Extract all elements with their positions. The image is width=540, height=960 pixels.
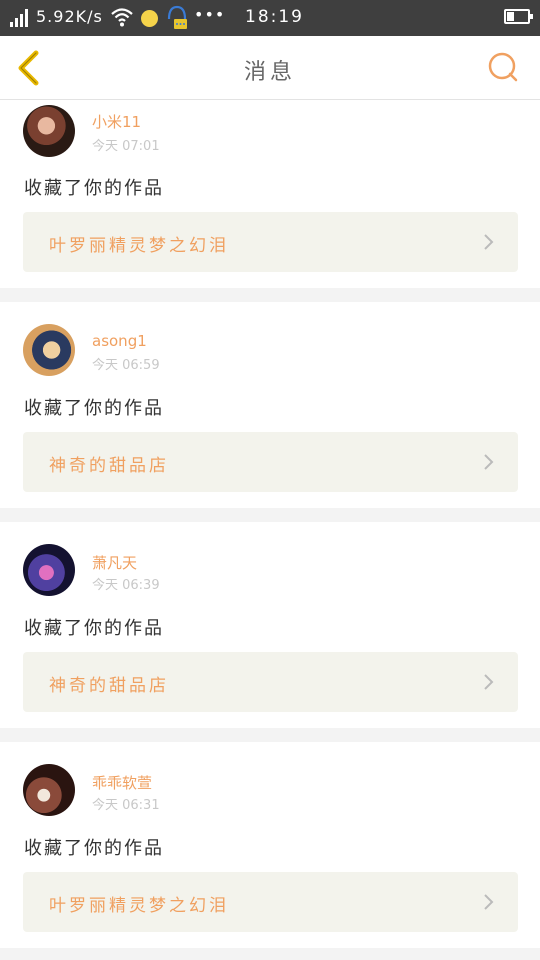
timestamp: 今天 06:39 [92,578,160,593]
chevron-right-icon [484,234,494,250]
status-time: 18:19 [245,7,304,27]
work-title: 神奇的甜品店 [49,456,169,476]
list-item: 乖乖软萱 今天 06:31 收藏了你的作品 叶罗丽精灵梦之幻泪 [0,742,540,948]
list-item: asong1 今天 06:59 收藏了你的作品 神奇的甜品店 [0,302,540,508]
work-link[interactable]: 神奇的甜品店 [23,432,518,492]
work-title: 叶罗丽精灵梦之幻泪 [49,236,229,256]
network-speed: 5.92K/s [36,7,103,26]
work-link[interactable]: 叶罗丽精灵梦之幻泪 [23,872,518,932]
wifi-icon [111,8,133,27]
battery-icon [504,9,533,24]
notification-dot-icon [141,10,158,27]
work-title: 叶罗丽精灵梦之幻泪 [49,896,229,916]
timestamp: 今天 06:59 [92,358,160,373]
work-link[interactable]: 神奇的甜品店 [23,652,518,712]
chevron-right-icon [484,454,494,470]
more-status-icon: ••• [194,5,226,24]
action-text: 收藏了你的作品 [24,838,164,859]
page-title: 消息 [243,60,296,85]
notification-list: 小米11 今天 07:01 收藏了你的作品 叶罗丽精灵梦之幻泪 asong1 今… [0,100,540,948]
search-icon[interactable] [486,50,520,84]
chevron-right-icon [484,894,494,910]
avatar[interactable] [23,105,75,157]
chevron-right-icon [484,674,494,690]
status-bar: 5.92K/s ••• 18:19 [0,0,540,36]
top-nav-bar: 消息 [0,36,540,100]
timestamp: 今天 07:01 [92,139,160,154]
avatar[interactable] [23,324,75,376]
action-text: 收藏了你的作品 [24,178,164,199]
timestamp: 今天 06:31 [92,798,160,813]
username-link[interactable]: 小米11 [92,111,141,132]
work-title: 神奇的甜品店 [49,676,169,696]
action-text: 收藏了你的作品 [24,398,164,419]
list-item: 萧凡天 今天 06:39 收藏了你的作品 神奇的甜品店 [0,522,540,728]
username-link[interactable]: asong1 [92,332,147,350]
work-link[interactable]: 叶罗丽精灵梦之幻泪 [23,212,518,272]
avatar[interactable] [23,544,75,596]
username-link[interactable]: 萧凡天 [92,552,137,573]
chat-notification-icon [167,5,187,29]
avatar[interactable] [23,764,75,816]
username-link[interactable]: 乖乖软萱 [92,772,152,793]
list-item: 小米11 今天 07:01 收藏了你的作品 叶罗丽精灵梦之幻泪 [0,100,540,288]
signal-icon [10,9,28,27]
action-text: 收藏了你的作品 [24,618,164,639]
